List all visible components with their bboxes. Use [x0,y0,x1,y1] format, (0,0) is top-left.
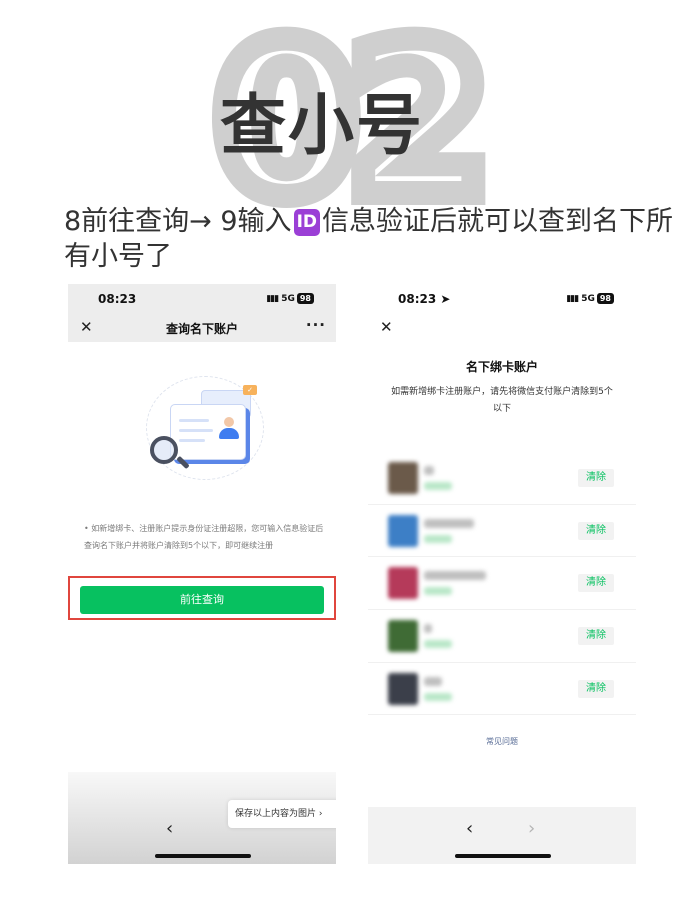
clear-account-button[interactable]: 清除 [578,521,614,540]
home-indicator [455,854,551,858]
caption-text-1: 8前往查询→ 9输入 [64,206,292,237]
save-as-image-button[interactable]: 保存以上内容为图片 › [228,800,336,828]
right-phone-screenshot: 08:23 ➤ ▮▮▮ 5G 98 ✕ 名下绑卡账户 如需新增绑卡注册账户，请先将微… [368,284,636,864]
account-row: 清除 [368,505,636,558]
step-caption: 8前往查询→ 9输入 ID 信息验证后就可以查到名下所有小号了 [64,204,674,274]
account-status-blurred [424,587,452,596]
account-status-blurred [424,692,452,701]
clear-account-button[interactable]: 清除 [578,627,614,646]
account-row: 清除 [368,610,636,663]
magnifier-icon [150,436,178,464]
status-time: 08:23 [98,292,137,306]
page-title: 名下绑卡账户 [465,360,538,374]
account-row: 清除 [368,557,636,611]
page-title: 查询名下账户 [165,322,238,336]
account-name-blurred [424,676,442,686]
forward-chevron-icon[interactable]: › [528,818,535,839]
account-avatar [388,514,418,547]
card-line [179,429,213,432]
page-description: 如需新增绑卡注册账户，请先将微信支付账户清除到5个以下 [391,387,613,414]
clear-account-button[interactable]: 清除 [578,469,614,487]
battery-icon: 98 [296,293,314,304]
account-avatar [388,567,418,600]
account-list: 清除 清除 清除 清除 清除 [368,452,636,716]
signal-icon: ▮▮▮ [266,294,279,304]
battery-icon: 98 [596,293,614,304]
hero-title: 查小号 [220,87,424,164]
left-phone-screenshot: 08:23 ▮▮▮ 5G 98 ✕ 查询名下账户 ··· ✓ • 如新增绑卡、注册账… [68,284,336,864]
notice-text: • 如新增绑卡、注册账户提示身份证注册超限，您可输入信息验证后查询名下账户并将账… [84,524,324,550]
account-name-blurred [424,624,432,634]
status-indicators: ▮▮▮ 5G 98 [266,293,314,304]
close-icon[interactable]: ✕ [380,318,393,336]
account-name-blurred [424,518,474,528]
network-type: 5G [281,294,295,304]
clear-account-button[interactable]: 清除 [578,679,614,698]
check-tag-icon: ✓ [243,385,257,395]
nav-bar: ✕ 查询名下账户 ··· [68,314,336,342]
home-indicator [155,854,251,858]
clear-account-button[interactable]: 清除 [578,574,614,593]
status-indicators: ▮▮▮ 5G 98 [566,293,614,304]
go-query-button[interactable]: 前往查询 [80,586,324,614]
account-status-blurred [424,534,452,543]
account-row: 清除 [368,663,636,716]
account-avatar [388,620,418,653]
account-status-blurred [424,640,452,649]
more-icon[interactable]: ··· [306,316,326,334]
nav-bar: ✕ [368,314,636,342]
hero-header: 02 查小号 [0,0,690,238]
person-icon [219,417,239,441]
back-chevron-icon[interactable]: ‹ [466,818,473,839]
id-emoji-badge: ID [293,209,320,236]
account-status-blurred [424,482,452,490]
account-avatar [388,462,418,494]
account-name-blurred [424,466,434,475]
network-type: 5G [581,294,595,304]
account-avatar [388,672,418,705]
card-line [179,439,205,442]
faq-link[interactable]: 常见问题 [368,736,636,747]
account-name-blurred [424,571,486,581]
status-bar: 08:23 ▮▮▮ 5G 98 [68,284,336,314]
id-card-illustration: ✓ [146,374,266,482]
status-time: 08:23 ➤ [398,292,451,306]
card-line [179,419,209,422]
status-bar: 08:23 ➤ ▮▮▮ 5G 98 [368,284,636,314]
account-row: 清除 [368,452,636,505]
back-chevron-icon[interactable]: ‹ [166,818,173,839]
signal-icon: ▮▮▮ [566,294,579,304]
id-card [170,404,246,460]
